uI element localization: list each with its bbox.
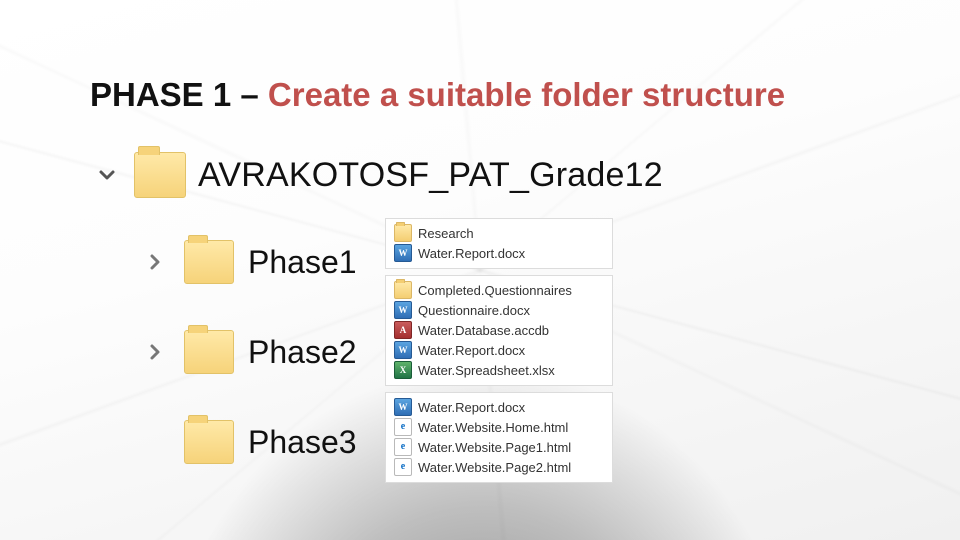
page-title: PHASE 1 – Create a suitable folder struc… [90, 76, 785, 114]
excel-file-icon [394, 361, 412, 379]
title-prefix: PHASE 1 – [90, 76, 268, 113]
folder-icon [394, 281, 412, 299]
access-file-icon [394, 321, 412, 339]
file-label: Questionnaire.docx [418, 303, 530, 318]
file-label: Water.Report.docx [418, 246, 525, 261]
title-main: Create a suitable folder structure [268, 76, 785, 113]
chevron-right-icon[interactable] [140, 337, 170, 367]
file-item[interactable]: Water.Spreadsheet.xlsx [394, 360, 604, 380]
html-file-icon [394, 438, 412, 456]
file-label: Water.Report.docx [418, 343, 525, 358]
file-item[interactable]: Questionnaire.docx [394, 300, 604, 320]
folder-icon [134, 152, 186, 198]
root-folder-name: AVRAKOTOSF_PAT_Grade12 [198, 156, 663, 195]
word-file-icon [394, 244, 412, 262]
file-panel: Research Water.Report.docx [385, 218, 613, 269]
subfolder-row: Phase3 [140, 420, 357, 464]
file-label: Water.Website.Page2.html [418, 460, 571, 475]
file-item[interactable]: Completed.Questionnaires [394, 280, 604, 300]
folder-icon [394, 224, 412, 242]
file-label: Water.Database.accdb [418, 323, 549, 338]
file-panel: Completed.Questionnaires Questionnaire.do… [385, 275, 613, 386]
word-file-icon [394, 398, 412, 416]
file-item[interactable]: Water.Report.docx [394, 340, 604, 360]
file-item[interactable]: Water.Website.Home.html [394, 417, 604, 437]
file-item[interactable]: Water.Report.docx [394, 243, 604, 263]
word-file-icon [394, 341, 412, 359]
folder-icon [184, 330, 234, 374]
file-item[interactable]: Water.Website.Page1.html [394, 437, 604, 457]
html-file-icon [394, 418, 412, 436]
file-label: Completed.Questionnaires [418, 283, 572, 298]
chevron-down-icon[interactable] [92, 160, 122, 190]
html-file-icon [394, 458, 412, 476]
file-item[interactable]: Water.Database.accdb [394, 320, 604, 340]
chevron-right-icon[interactable] [140, 247, 170, 277]
subfolder-row: Phase2 [140, 330, 357, 374]
file-label: Water.Spreadsheet.xlsx [418, 363, 555, 378]
file-item[interactable]: Research [394, 223, 604, 243]
file-label: Water.Report.docx [418, 400, 525, 415]
subfolder-list: Phase1 Phase2 Phase3 [140, 240, 357, 464]
subfolder-name: Phase2 [248, 334, 357, 371]
subfolder-name: Phase3 [248, 424, 357, 461]
file-panel: Water.Report.docx Water.Website.Home.html… [385, 392, 613, 483]
word-file-icon [394, 301, 412, 319]
file-item[interactable]: Water.Website.Page2.html [394, 457, 604, 477]
file-panel-list: ResearchWater.Report.docxCompleted.Quest… [385, 218, 613, 483]
file-label: Water.Website.Page1.html [418, 440, 571, 455]
root-folder-row: AVRAKOTOSF_PAT_Grade12 [92, 152, 663, 198]
folder-icon [184, 240, 234, 284]
file-item[interactable]: Water.Report.docx [394, 397, 604, 417]
folder-icon [184, 420, 234, 464]
file-label: Water.Website.Home.html [418, 420, 568, 435]
subfolder-row: Phase1 [140, 240, 357, 284]
subfolder-name: Phase1 [248, 244, 357, 281]
file-label: Research [418, 226, 474, 241]
